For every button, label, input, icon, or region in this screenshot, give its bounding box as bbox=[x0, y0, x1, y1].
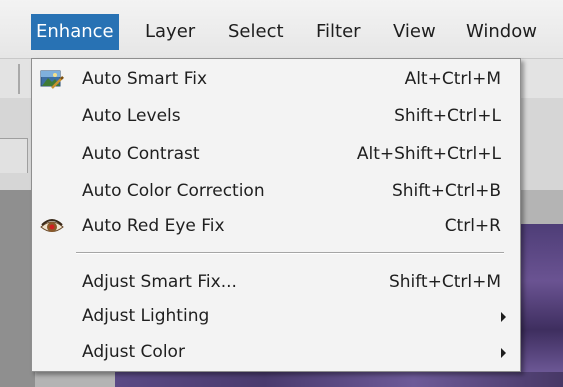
menu-view[interactable]: View bbox=[393, 14, 436, 50]
menu-item-shortcut: Ctrl+R bbox=[444, 216, 501, 236]
enhance-dropdown-menu: Auto Smart Fix Alt+Ctrl+M Auto Levels Sh… bbox=[31, 58, 521, 372]
menu-item-shortcut: Shift+Ctrl+L bbox=[394, 106, 501, 126]
tools-panel-edge bbox=[0, 190, 35, 387]
menu-item-adjust-lighting[interactable]: Adjust Lighting bbox=[32, 300, 520, 333]
menu-item-auto-contrast[interactable]: Auto Contrast Alt+Shift+Ctrl+L bbox=[32, 138, 520, 171]
menu-item-label: Auto Smart Fix bbox=[82, 69, 208, 89]
auto-smart-fix-icon bbox=[40, 69, 64, 90]
menu-item-adjust-smart-fix[interactable]: Adjust Smart Fix... Shift+Ctrl+M bbox=[32, 266, 520, 299]
menu-window[interactable]: Window bbox=[466, 14, 537, 50]
menu-item-shortcut: Shift+Ctrl+M bbox=[388, 272, 501, 292]
menu-layer[interactable]: Layer bbox=[145, 14, 195, 50]
menu-item-auto-color-correction[interactable]: Auto Color Correction Shift+Ctrl+B bbox=[32, 175, 520, 208]
menu-item-label: Adjust Smart Fix... bbox=[82, 272, 237, 292]
photo-canvas[interactable] bbox=[518, 224, 563, 387]
submenu-arrow-icon bbox=[501, 348, 506, 358]
menu-item-adjust-color[interactable]: Adjust Color bbox=[32, 336, 520, 369]
menu-item-label: Auto Contrast bbox=[82, 144, 200, 164]
menu-enhance[interactable]: Enhance bbox=[31, 14, 119, 50]
menu-item-shortcut: Alt+Ctrl+M bbox=[404, 69, 501, 89]
menu-item-label: Adjust Lighting bbox=[82, 306, 210, 326]
menu-filter[interactable]: Filter bbox=[316, 14, 361, 50]
submenu-arrow-icon bbox=[501, 312, 506, 322]
menu-bar: Enhance Layer Select Filter View Window bbox=[0, 0, 563, 59]
menu-item-label: Auto Color Correction bbox=[82, 181, 265, 201]
toolbar-separator bbox=[18, 64, 20, 94]
menu-item-label: Adjust Color bbox=[82, 342, 185, 362]
menu-separator bbox=[76, 252, 504, 254]
menu-select[interactable]: Select bbox=[228, 14, 284, 50]
menu-item-auto-levels[interactable]: Auto Levels Shift+Ctrl+L bbox=[32, 100, 520, 133]
photo-canvas-bottom[interactable] bbox=[115, 372, 563, 387]
panel-tab[interactable] bbox=[0, 138, 28, 173]
menu-item-shortcut: Shift+Ctrl+B bbox=[391, 181, 501, 201]
red-eye-icon bbox=[40, 216, 64, 237]
menu-item-label: Auto Red Eye Fix bbox=[82, 216, 225, 236]
menu-item-auto-smart-fix[interactable]: Auto Smart Fix Alt+Ctrl+M bbox=[32, 63, 520, 96]
menu-item-label: Auto Levels bbox=[82, 106, 181, 126]
menu-item-auto-red-eye-fix[interactable]: Auto Red Eye Fix Ctrl+R bbox=[32, 210, 520, 243]
menu-item-shortcut: Alt+Shift+Ctrl+L bbox=[356, 144, 501, 164]
